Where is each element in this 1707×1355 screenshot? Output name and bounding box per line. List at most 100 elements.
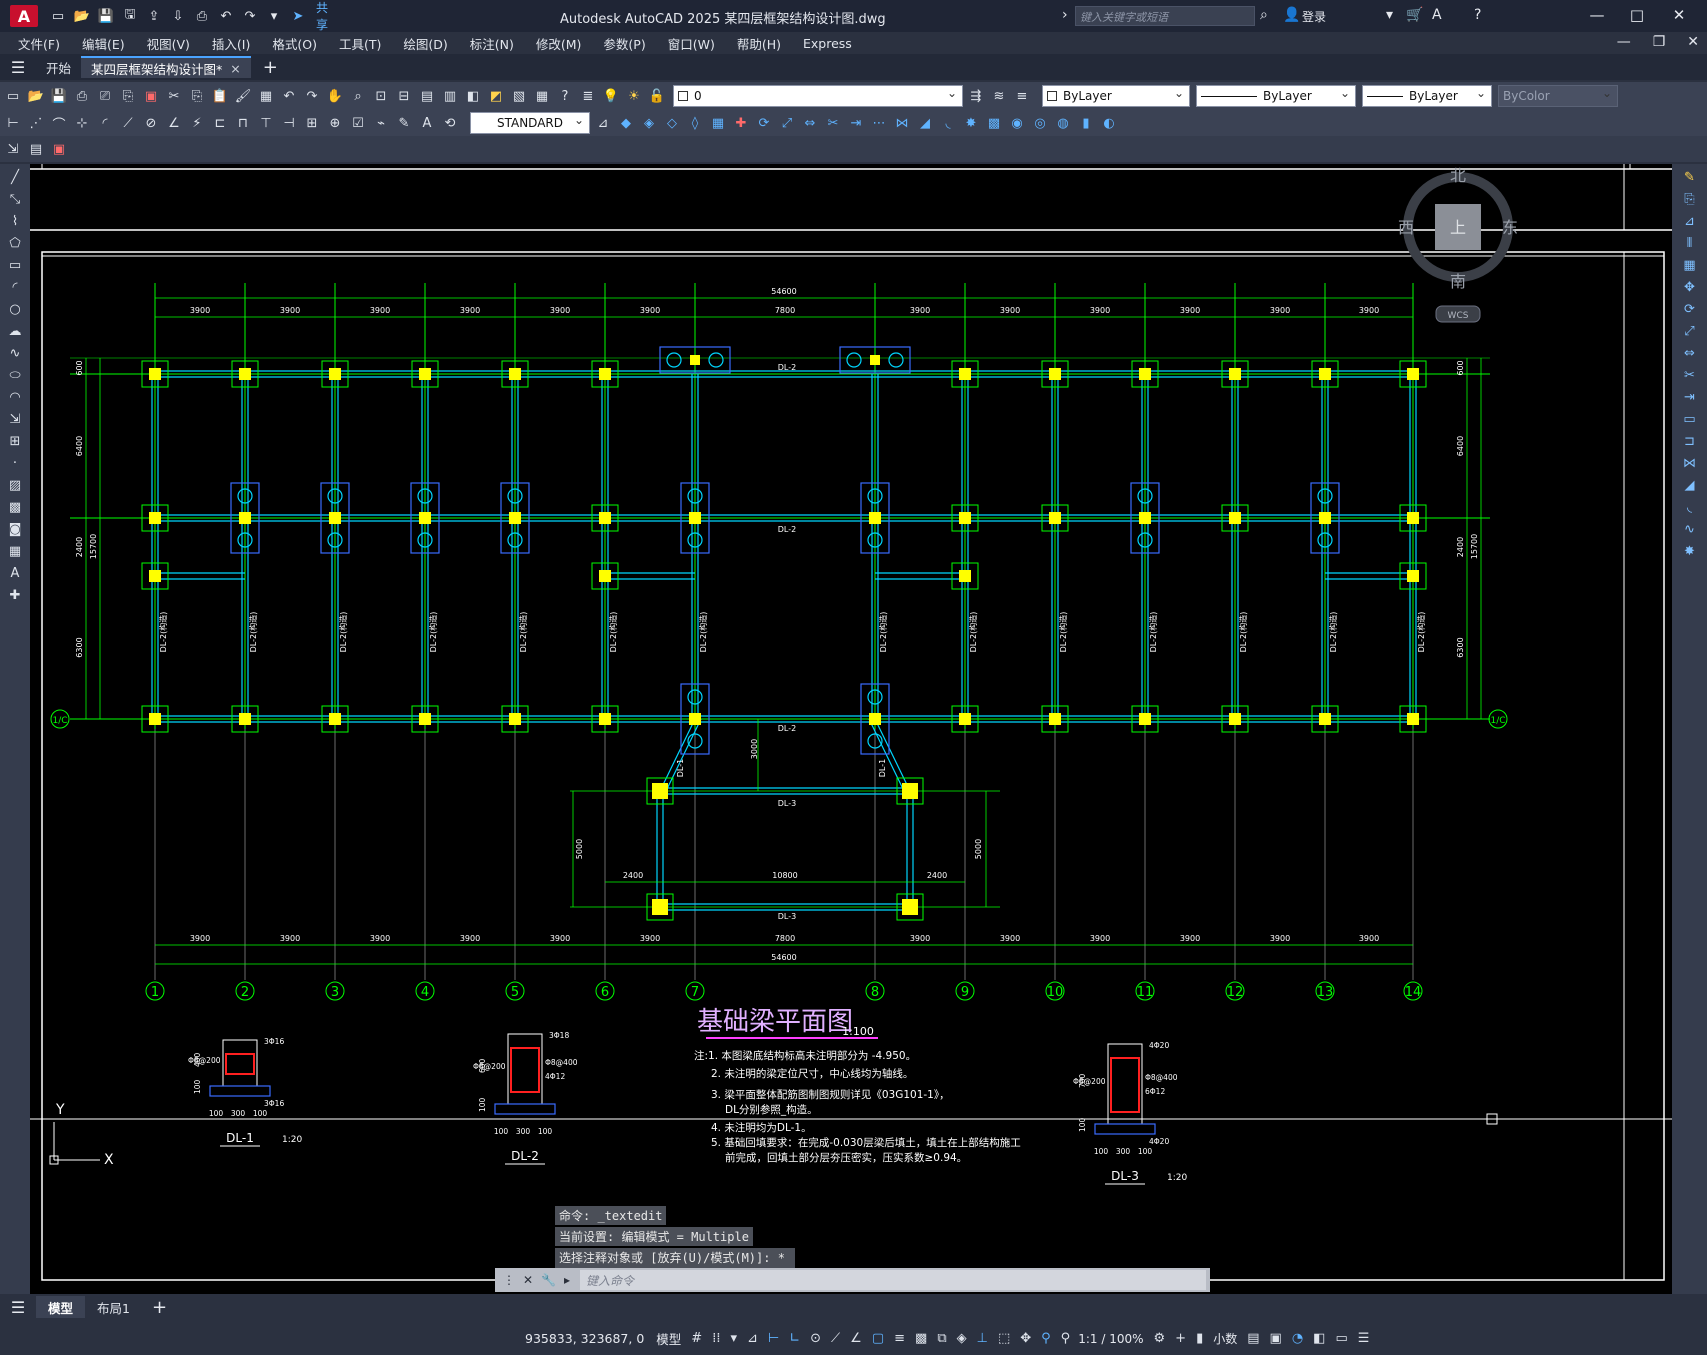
autocad-logo[interactable]: A [10,5,38,27]
subtract-icon[interactable]: ◎ [1030,113,1050,133]
auto-scale-icon[interactable]: ⚲ [1061,1331,1071,1346]
lock-ui-icon[interactable]: ▣ [1270,1331,1282,1346]
linetype-select[interactable]: ByLayer [1196,85,1356,107]
command-grip-icon[interactable]: ⋮ [503,1273,515,1287]
units-icon[interactable]: ▮ [1196,1331,1203,1346]
menu-help[interactable]: 帮助(H) [737,34,781,53]
autodesk-app-icon[interactable]: A [1432,7,1442,23]
dynamic-input-icon[interactable]: ⊢ [768,1331,779,1346]
table-icon[interactable]: ▦ [9,544,21,560]
snap-icon[interactable]: ⁞⁞ [712,1331,720,1346]
zoom-previous-icon[interactable]: ⊟ [394,86,414,106]
hatch-icon[interactable]: ▨ [9,478,21,494]
design-center-icon[interactable]: ▥ [440,86,460,106]
doc-restore-icon[interactable]: ❐ [1653,34,1666,50]
offset-icon[interactable]: ◊ [685,113,705,133]
menu-express[interactable]: Express [803,36,852,51]
plot-icon[interactable]: ⎙ [192,7,212,25]
drawing-canvas[interactable]: 54600 54600 3900 3900 3900 3900 3900 3900 3900 39… [30,164,1672,1294]
chamfer-icon[interactable]: ◢ [915,113,935,133]
share-icon[interactable]: ➤ [288,7,308,25]
model-space-button[interactable]: 模型 [656,1329,681,1348]
annotation-monitor-icon[interactable]: + [1175,1331,1186,1346]
erase-icon[interactable]: ◆ [616,113,636,133]
erase-side-icon[interactable]: ✎ [1684,170,1695,186]
doc-close-icon[interactable]: ✕ [1687,34,1699,50]
menu-dimension[interactable]: 标注(N) [470,34,514,53]
make-current-icon[interactable]: ⇶ [966,86,986,106]
layer-on-icon[interactable]: 💡 [601,86,621,106]
login-button[interactable]: 登录 [1302,8,1326,25]
cart-icon[interactable]: 🛒 [1406,7,1423,23]
save-icon[interactable]: 💾 [96,7,116,25]
copy-obj-icon[interactable]: ◈ [639,113,659,133]
isodraft-icon[interactable]: ⟋ [831,1331,840,1346]
menu-modify[interactable]: 修改(M) [536,34,582,53]
layer-freeze-icon[interactable]: ☀ [624,86,644,106]
tab-layout1[interactable]: 布局1 [85,1296,142,1318]
attribute-icon[interactable]: ▤ [26,139,46,159]
dim-style-icon[interactable]: ⊿ [593,113,613,133]
copy-side-icon[interactable]: ⎘ [1684,192,1694,208]
scale-icon[interactable]: ⤢ [777,113,797,133]
3d-osnap-icon[interactable]: ◈ [957,1331,967,1346]
chevron-right-icon[interactable]: › [1062,7,1068,23]
dim-update-icon[interactable]: ⟲ [440,113,460,133]
print-preview-icon[interactable]: ⎚ [95,86,115,106]
fillet-side-icon[interactable]: ◟ [1687,500,1692,516]
sheet-set-icon[interactable]: ◩ [486,86,506,106]
paste-icon[interactable]: 📋 [210,86,230,106]
break-point-icon[interactable]: ▭ [1683,412,1695,428]
menu-parametric[interactable]: 参数(P) [603,34,645,53]
revcloud-icon[interactable]: ☁ [9,324,22,340]
tolerance-icon[interactable]: ⊞ [302,113,322,133]
construction-line-icon[interactable]: ⤡ [10,192,20,208]
dimstyle-select[interactable]: STANDARD [470,112,590,134]
print-icon[interactable]: ⎙ [72,86,92,106]
calculator-icon[interactable]: ▦ [532,86,552,106]
layer-state-icon[interactable]: ≡ [1012,86,1032,106]
lineweight-select[interactable]: ByLayer [1362,85,1492,107]
mirror-side-icon[interactable]: ⊿ [1684,214,1695,230]
layer-lock-icon[interactable]: 🔓 [647,86,667,106]
menu-edit[interactable]: 编辑(E) [82,34,125,53]
help-icon-2[interactable]: ? [555,86,575,106]
dim-break-icon[interactable]: ⊣ [279,113,299,133]
viewcube[interactable]: 上 北南 东 西 WCS [1398,166,1518,323]
minimize-icon[interactable]: — [1582,6,1612,24]
publish-icon[interactable]: ⎘ [118,86,138,106]
transparency-icon[interactable]: ▩ [915,1331,927,1346]
block-editor-icon[interactable]: ▦ [256,86,276,106]
break-side-icon[interactable]: ⊐ [1684,434,1695,450]
cut-icon[interactable]: ✂ [164,86,184,106]
ordinate-dim-icon[interactable]: ⊹ [72,113,92,133]
undo-icon-2[interactable]: ↶ [279,86,299,106]
gizmo-icon[interactable]: ✥ [1020,1331,1031,1346]
circle-icon[interactable]: ○ [9,302,20,318]
command-prompt-icon[interactable]: ▸ [564,1273,570,1287]
infer-icon[interactable]: ⊿ [747,1331,758,1346]
redo-icon[interactable]: ↷ [240,7,260,25]
join-icon[interactable]: ⋈ [892,113,912,133]
linear-dim-icon[interactable]: ⊢ [3,113,23,133]
region-icon[interactable]: ▩ [984,113,1004,133]
menu-window[interactable]: 窗口(W) [668,34,715,53]
explode-side-icon[interactable]: ✸ [1684,544,1695,560]
command-input[interactable]: 键入命令 [580,1270,1206,1290]
user-icon[interactable]: 👤 [1283,7,1300,23]
dynamic-ucs-icon[interactable]: ⊥ [977,1331,988,1346]
dropdown-icon[interactable]: ▾ [1386,7,1393,23]
doc-minimize-icon[interactable]: — [1617,34,1631,50]
move-side-icon[interactable]: ✥ [1684,280,1695,296]
color-select[interactable]: ByLayer [1042,85,1190,107]
region-draw-icon[interactable]: ◙ [9,522,22,538]
match-prop-icon[interactable]: 🖌 [233,86,253,106]
customize-status-icon[interactable]: ☰ [1358,1331,1370,1346]
publish-3d-icon[interactable]: ▣ [141,86,161,106]
dim-edit-icon[interactable]: ✎ [394,113,414,133]
mtext-icon[interactable]: A [11,566,20,582]
tab-document[interactable]: 某四层框架结构设计图* × [81,56,251,78]
revolve-icon[interactable]: ◐ [1099,113,1119,133]
units-select[interactable]: 小数 [1213,1330,1237,1347]
array-side-icon[interactable]: ▦ [1683,258,1695,274]
